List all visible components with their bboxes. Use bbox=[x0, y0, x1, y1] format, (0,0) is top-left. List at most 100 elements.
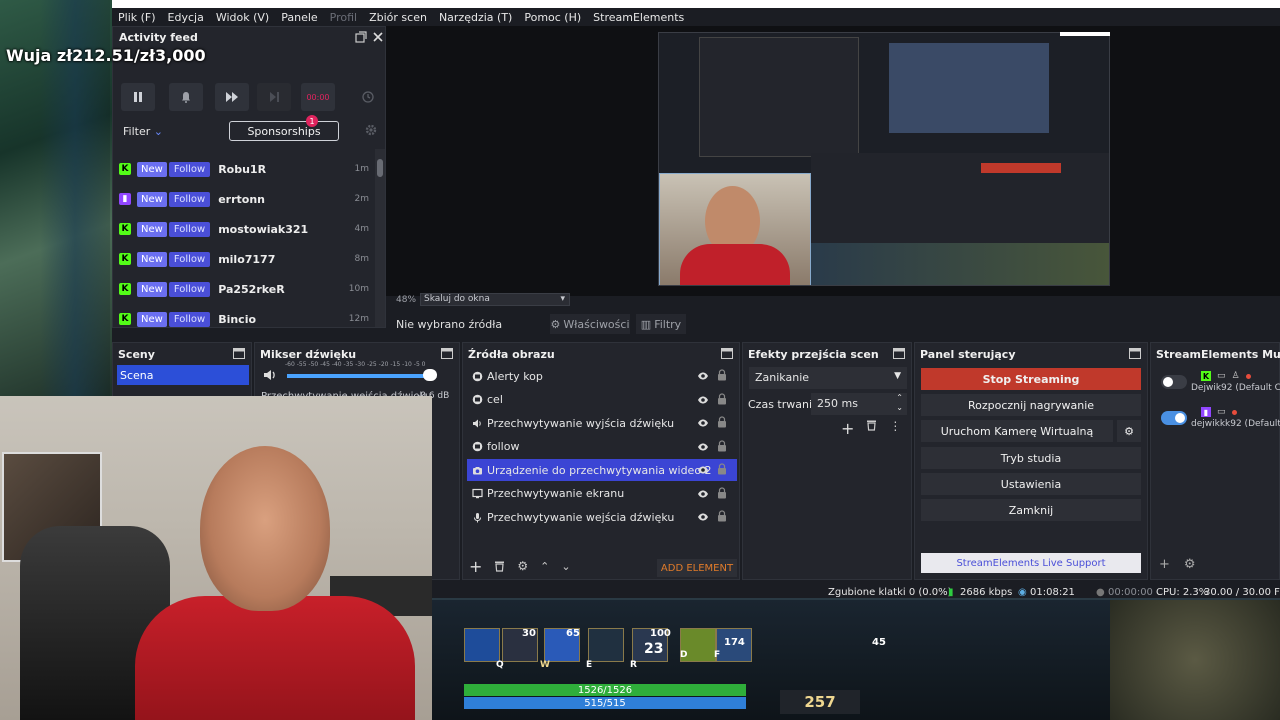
scrollbar-thumb[interactable] bbox=[377, 159, 383, 177]
add-icon[interactable]: + bbox=[1159, 557, 1170, 572]
source-label: Przechwytywanie ekranu bbox=[487, 487, 625, 500]
add-icon[interactable]: + bbox=[841, 419, 854, 438]
gear-icon[interactable]: ⚙ bbox=[1184, 557, 1196, 572]
menu-scene-collection[interactable]: Zbiór scen bbox=[369, 11, 427, 24]
source-item[interactable]: Przechwytywanie wejścia dźwięku bbox=[467, 506, 737, 528]
chevron-down-icon[interactable]: ⌄ bbox=[561, 560, 570, 573]
health-bar: 1526/1526 bbox=[464, 684, 746, 696]
menu-view[interactable]: Widok (V) bbox=[216, 11, 269, 24]
virtual-camera-button[interactable]: Uruchom Kamerę Wirtualną bbox=[921, 420, 1113, 442]
volume-slider[interactable] bbox=[287, 374, 437, 378]
new-badge: New bbox=[137, 251, 167, 267]
feed-row[interactable]: ▮ New Follow errtonn 2m bbox=[113, 184, 375, 214]
lock-icon[interactable] bbox=[717, 510, 727, 522]
filter-dropdown[interactable]: Filter ⌄ bbox=[123, 125, 163, 138]
stream-preview[interactable] bbox=[658, 32, 1110, 286]
virtual-camera-settings-button[interactable]: ⚙ bbox=[1117, 420, 1141, 442]
studio-mode-button[interactable]: Tryb studia bbox=[921, 447, 1141, 469]
follow-badge: Follow bbox=[168, 311, 211, 327]
eye-icon[interactable] bbox=[697, 394, 709, 406]
lock-icon[interactable] bbox=[717, 486, 727, 499]
feed-row[interactable]: K New Follow milo7177 8m bbox=[113, 244, 375, 274]
new-badge: New bbox=[137, 191, 167, 207]
feed-scrollbar[interactable] bbox=[375, 149, 385, 327]
multistream-toggle[interactable] bbox=[1161, 375, 1187, 389]
menu-docks[interactable]: Panele bbox=[281, 11, 317, 24]
next-button[interactable] bbox=[257, 83, 291, 111]
eye-icon[interactable] bbox=[697, 370, 709, 382]
sources-title: Źródła obrazu bbox=[468, 348, 555, 361]
follow-badge: Follow bbox=[168, 191, 211, 207]
feed-row[interactable]: K New Follow Pa252rkeR 10m bbox=[113, 274, 375, 304]
follower-name: Pa252rkeR bbox=[218, 282, 285, 296]
source-item[interactable]: Urządzenie do przechwytywania wideo 2 bbox=[467, 459, 737, 481]
float-icon[interactable] bbox=[893, 348, 905, 359]
source-item[interactable]: Przechwytywanie ekranu bbox=[467, 483, 737, 505]
float-icon[interactable] bbox=[233, 348, 245, 359]
multistream-icons: K ▭ ♙ bbox=[1201, 371, 1251, 381]
stop-streaming-button[interactable]: Stop Streaming bbox=[921, 368, 1141, 390]
mute-alerts-button[interactable] bbox=[169, 83, 203, 111]
float-icon[interactable] bbox=[1129, 348, 1141, 359]
float-icon[interactable] bbox=[721, 348, 733, 359]
filters-button[interactable]: ▥ Filtry bbox=[636, 314, 686, 334]
source-item[interactable]: Przechwytywanie wyjścia dźwięku bbox=[467, 412, 737, 434]
multistream-toggle[interactable] bbox=[1161, 411, 1187, 425]
eye-icon[interactable] bbox=[697, 464, 709, 476]
chevron-up-icon[interactable]: ⌃ bbox=[540, 560, 549, 573]
trash-icon[interactable] bbox=[866, 419, 877, 431]
pause-button[interactable] bbox=[121, 83, 155, 111]
sponsorships-button[interactable]: Sponsorships bbox=[229, 121, 339, 141]
scale-mode-select[interactable]: Skaluj do okna ▾ bbox=[420, 293, 570, 306]
speaker-icon[interactable] bbox=[263, 368, 277, 382]
spinner-icon[interactable]: ⌃ ⌄ bbox=[896, 393, 903, 413]
source-label: Urządzenie do przechwytywania wideo 2 bbox=[487, 463, 712, 477]
menu-profile[interactable]: Profil bbox=[330, 11, 357, 24]
menu-file[interactable]: Plik (F) bbox=[118, 11, 156, 24]
transition-selected: Zanikanie bbox=[755, 371, 810, 384]
trash-icon[interactable] bbox=[494, 560, 505, 572]
properties-button[interactable]: ⚙ Właściwości bbox=[550, 314, 630, 334]
exit-button[interactable]: Zamknij bbox=[921, 499, 1141, 521]
gear-icon[interactable]: ⚙ bbox=[517, 559, 528, 573]
source-item[interactable]: Alerty kop bbox=[467, 365, 737, 387]
gear-icon[interactable] bbox=[364, 123, 378, 137]
lock-icon[interactable] bbox=[717, 416, 727, 428]
source-item[interactable]: cel bbox=[467, 389, 737, 411]
add-element-button[interactable]: ADD ELEMENT bbox=[657, 559, 737, 577]
float-icon[interactable] bbox=[355, 31, 367, 43]
skip-alert-button[interactable] bbox=[215, 83, 249, 111]
source-item[interactable]: follow bbox=[467, 436, 737, 458]
menu-help[interactable]: Pomoc (H) bbox=[524, 11, 581, 24]
menu-streamelements[interactable]: StreamElements bbox=[593, 11, 684, 24]
activity-feed-title: Activity feed bbox=[119, 31, 198, 44]
add-icon[interactable]: + bbox=[469, 557, 482, 576]
feed-row[interactable]: K New Follow Bincio 12m bbox=[113, 304, 375, 328]
lock-icon[interactable] bbox=[717, 463, 727, 475]
float-icon[interactable] bbox=[441, 348, 453, 359]
close-icon[interactable] bbox=[372, 31, 384, 43]
lock-icon[interactable] bbox=[717, 369, 727, 381]
menu-edit[interactable]: Edycja bbox=[168, 11, 204, 24]
start-recording-button[interactable]: Rozpocznij nagrywanie bbox=[921, 394, 1141, 416]
menu-tools[interactable]: Narzędzia (T) bbox=[439, 11, 512, 24]
eye-icon[interactable] bbox=[697, 417, 709, 429]
feed-row[interactable]: K New Follow Robu1R 1m bbox=[113, 154, 375, 184]
history-button[interactable] bbox=[351, 83, 385, 111]
settings-button[interactable]: Ustawienia bbox=[921, 473, 1141, 495]
lock-icon[interactable] bbox=[717, 392, 727, 405]
more-icon[interactable]: ⋮ bbox=[889, 419, 901, 438]
scene-item[interactable]: Scena bbox=[117, 365, 249, 385]
stream-icon: ◉ bbox=[1018, 587, 1027, 598]
feed-row[interactable]: K New Follow mostowiak321 4m bbox=[113, 214, 375, 244]
duration-input[interactable]: 250 ms ⌃ ⌄ bbox=[811, 393, 907, 415]
eye-icon[interactable] bbox=[697, 488, 709, 500]
volume-knob[interactable] bbox=[422, 369, 437, 381]
eye-icon[interactable] bbox=[697, 441, 709, 453]
gear-icon: ⚙ bbox=[1124, 424, 1134, 438]
se-live-support-button[interactable]: StreamElements Live Support bbox=[921, 553, 1141, 573]
feed-time: 10m bbox=[348, 284, 369, 294]
lock-icon[interactable] bbox=[717, 439, 727, 452]
eye-icon[interactable] bbox=[697, 511, 709, 523]
transition-select[interactable]: Zanikanie ▼ bbox=[749, 367, 907, 389]
